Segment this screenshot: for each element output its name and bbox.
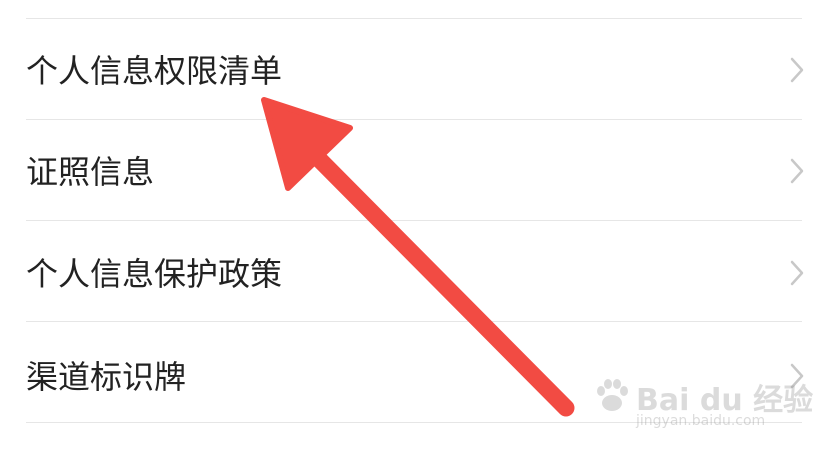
menu-item-personal-info-permissions[interactable]: 个人信息权限清单 bbox=[0, 19, 828, 119]
chevron-right-icon bbox=[790, 57, 804, 83]
paw-logo-icon bbox=[597, 379, 628, 411]
menu-item-label: 证照信息 bbox=[26, 153, 155, 191]
menu-item-label: 个人信息保护政策 bbox=[26, 255, 283, 293]
menu-item-label: 渠道标识牌 bbox=[26, 358, 187, 396]
menu-item-privacy-policy[interactable]: 个人信息保护政策 bbox=[0, 221, 828, 321]
menu-item-label: 个人信息权限清单 bbox=[26, 52, 283, 90]
chevron-right-icon bbox=[790, 260, 804, 286]
watermark-url: jingyan.baidu.com bbox=[636, 413, 766, 429]
settings-screen: 个人信息权限清单 证照信息 个人信息保护政策 渠道标识牌 Bai du 经验 j… bbox=[0, 0, 828, 457]
menu-item-license-info[interactable]: 证照信息 bbox=[0, 120, 828, 220]
watermark: Bai du 经验 jingyan.baidu.com bbox=[592, 369, 813, 439]
chevron-right-icon bbox=[790, 158, 804, 184]
